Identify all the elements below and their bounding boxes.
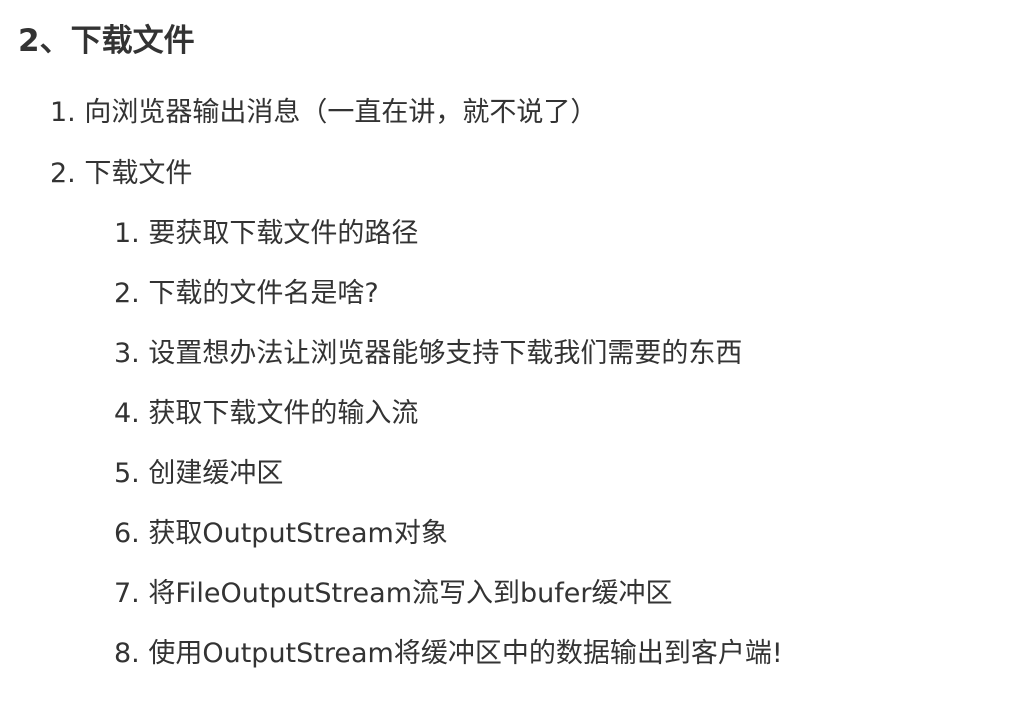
list-item-text: 下载文件 [84,158,193,189]
list-item: 2. 下载文件 [50,154,192,194]
sub-list-item-text: 获取下载文件的输入流 [148,398,419,429]
sub-list-item-number: 2. [114,278,140,309]
sub-list-item: 2. 下载的文件名是啥? [114,274,379,314]
sub-list-item-number: 6. [114,518,140,549]
sub-list-item-number: 3. [114,338,140,369]
sub-list-item: 8. 使用OutputStream将缓冲区中的数据输出到客户端! [114,634,783,674]
sub-list-item-text: 将FileOutputStream流写入到bufer缓冲区 [148,578,673,609]
sub-list-item-text: 下载的文件名是啥? [148,278,379,309]
sub-list-item: 3. 设置想办法让浏览器能够支持下载我们需要的东西 [114,334,742,374]
list-item-text: 向浏览器输出消息（一直在讲，就不说了） [84,97,598,128]
sub-list-item: 6. 获取OutputStream对象 [114,514,448,554]
list-item-number: 1. [50,97,76,128]
sub-list-item: 5. 创建缓冲区 [114,454,283,494]
sub-list-item: 4. 获取下载文件的输入流 [114,394,418,434]
section-title: 2、下载文件 [18,23,195,59]
sub-list-item-number: 8. [114,638,140,669]
sub-list-item-number: 1. [114,218,140,249]
sub-list-item-text: 使用OutputStream将缓冲区中的数据输出到客户端! [148,638,783,669]
document-page: 2、下载文件 1. 向浏览器输出消息（一直在讲，就不说了） 2. 下载文件 1.… [0,0,1026,709]
sub-list-item-text: 创建缓冲区 [148,458,284,489]
sub-list-item-text: 设置想办法让浏览器能够支持下载我们需要的东西 [148,338,743,369]
sub-list-item-number: 5. [114,458,140,489]
sub-list-item-number: 7. [114,578,140,609]
sub-list-item-text: 获取OutputStream对象 [148,518,448,549]
sub-list-item-text: 要获取下载文件的路径 [148,218,419,249]
sub-list-item: 1. 要获取下载文件的路径 [114,214,418,254]
list-item-number: 2. [50,158,76,189]
sub-list-item-number: 4. [114,398,140,429]
sub-list-item: 7. 将FileOutputStream流写入到bufer缓冲区 [114,574,673,614]
list-item: 1. 向浏览器输出消息（一直在讲，就不说了） [50,93,597,133]
